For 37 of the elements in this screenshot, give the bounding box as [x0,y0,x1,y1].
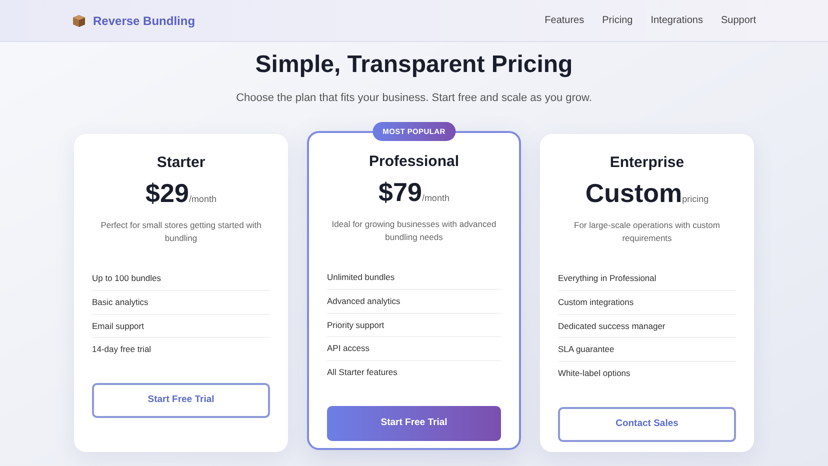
feature-item: Basic analytics [92,290,270,315]
feature-item: 14-day free trial [92,343,152,356]
feature-item: Advanced analytics [327,290,501,314]
plan-name: Starter [156,154,206,172]
cta-button[interactable]: Start Free Trial [92,383,270,418]
nav-link[interactable]: Support [720,13,756,28]
feature-item: All Starter features [327,366,398,380]
nav-link[interactable]: Pricing [602,13,633,28]
page-subtitle: Choose the plan that fits your business. Start free and scale as you grow. [236,91,592,106]
feature-item: Dedicated success manager [558,314,736,338]
feature-item: Priority support [327,314,501,338]
nav-link[interactable]: Integrations [650,13,703,28]
feature-item: API access [327,337,501,362]
plan-description: Ideal for growing businesses with advanced bundling needs [330,218,498,244]
price-period: /month [188,193,216,206]
plan-price: $29 [146,180,189,206]
feature-item: Up to 100 bundles [92,267,270,291]
price-period: pricing [682,193,709,206]
plan-description: Perfect for small stores getting started with bundling [100,218,262,245]
plan-price: $79 [378,179,422,206]
feature-item: Unlimited bundles [327,266,501,290]
feature-item: SLA guarantee [558,338,736,362]
price-period: /month [422,192,450,206]
box-icon [72,14,86,28]
feature-item: Custom integrations [558,290,736,315]
plan-name: Enterprise [610,154,684,172]
plan-name: Professional [368,152,460,172]
feature-item: Everything in Professional [558,267,736,291]
cta-button[interactable]: Contact Sales [558,406,736,442]
feature-item: Email support [92,314,270,338]
cta-button[interactable]: Start Free Trial [327,406,501,441]
page-title: Simple, Transparent Pricing [255,50,573,80]
feature-item: White-label options [558,367,632,380]
plan-price: Custom [585,180,682,206]
nav-link[interactable]: Features [544,13,584,28]
plan-description: For large-scale operations with custom requirements [573,218,721,245]
brand-name[interactable]: Reverse Bundling [93,12,196,30]
